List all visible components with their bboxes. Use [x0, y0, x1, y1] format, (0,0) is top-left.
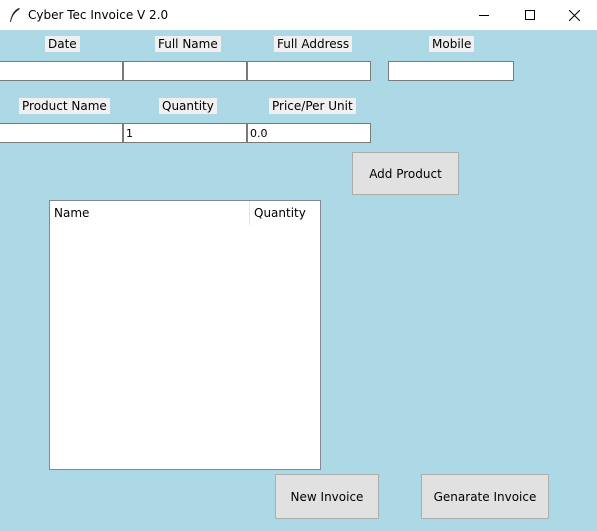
- close-button[interactable]: [551, 0, 597, 30]
- mobile-field[interactable]: [388, 61, 514, 81]
- full-address-label: Full Address: [274, 36, 353, 52]
- minimize-icon: [479, 10, 489, 20]
- column-header-quantity[interactable]: Quantity: [250, 201, 320, 225]
- table-header: Name Quantity: [50, 201, 320, 225]
- close-icon: [568, 9, 580, 21]
- price-label: Price/Per Unit: [269, 98, 356, 114]
- add-product-label: Add Product: [369, 166, 442, 181]
- minimize-button[interactable]: [461, 0, 507, 30]
- date-field[interactable]: [0, 61, 123, 81]
- price-field[interactable]: [247, 123, 371, 143]
- table-body: [50, 225, 320, 469]
- quantity-label: Quantity: [159, 98, 217, 114]
- full-name-field[interactable]: [123, 61, 247, 81]
- maximize-button[interactable]: [507, 0, 553, 30]
- mobile-label: Mobile: [429, 36, 475, 52]
- new-invoice-button[interactable]: New Invoice: [275, 474, 379, 519]
- generate-invoice-label: Genarate Invoice: [433, 489, 537, 504]
- product-table[interactable]: Name Quantity: [49, 200, 321, 470]
- new-invoice-label: New Invoice: [290, 489, 364, 504]
- full-address-field[interactable]: [247, 61, 371, 81]
- quantity-field[interactable]: [123, 123, 247, 143]
- generate-invoice-button[interactable]: Genarate Invoice: [421, 474, 549, 519]
- add-product-button[interactable]: Add Product: [352, 152, 459, 195]
- full-name-label: Full Name: [155, 36, 221, 52]
- date-label: Date: [45, 36, 80, 52]
- title-bar: Cyber Tec Invoice V 2.0: [0, 0, 597, 30]
- maximize-icon: [525, 10, 535, 20]
- window-title: Cyber Tec Invoice V 2.0: [28, 8, 169, 22]
- product-name-field[interactable]: [0, 123, 123, 143]
- product-name-label: Product Name: [19, 98, 110, 114]
- feather-icon: [8, 7, 22, 23]
- column-header-name[interactable]: Name: [50, 201, 250, 225]
